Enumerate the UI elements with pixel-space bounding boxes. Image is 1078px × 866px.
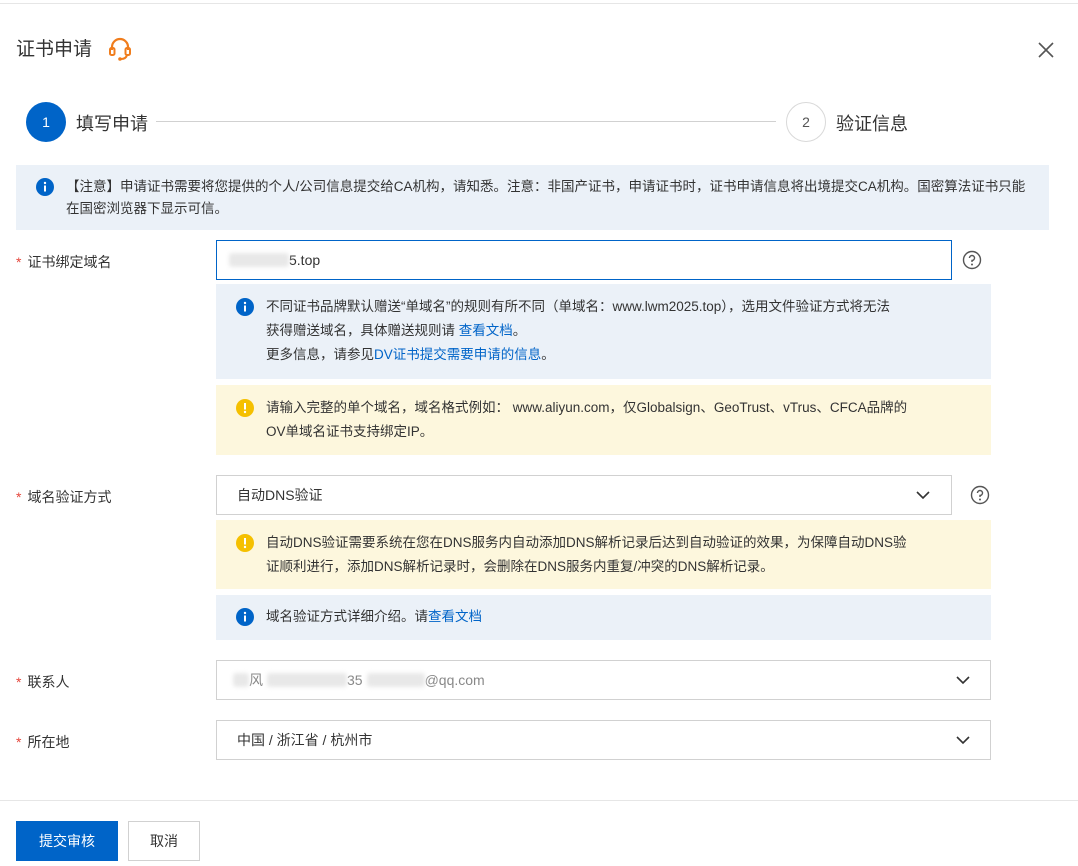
step-2-indicator: 2 — [786, 102, 826, 142]
notice-text: 【注意】申请证书需要将您提供的个人/公司信息提交给CA机构，请知悉。注意：非国产… — [66, 179, 1026, 216]
location-label: * 所在地 — [16, 734, 70, 750]
warning-icon — [236, 399, 254, 417]
verify-method-value: 自动DNS验证 — [237, 487, 323, 503]
step-1-indicator: 1 — [26, 102, 66, 142]
top-border — [0, 0, 1078, 4]
domain-warning-line-1: 请输入完整的单个域名，域名格式例如： www.aliyun.com，仅Globa… — [266, 400, 908, 415]
step-connector — [156, 121, 776, 122]
contact-value-part-1: 风 — [249, 672, 263, 688]
warning-icon — [236, 534, 254, 552]
location-select[interactable]: 中国 / 浙江省 / 杭州市 — [216, 720, 991, 760]
contact-value-part-2: 35 — [347, 672, 363, 688]
customer-service-headset-icon[interactable] — [106, 35, 134, 63]
submit-button[interactable]: 提交审核 — [16, 821, 118, 861]
chevron-down-icon — [956, 736, 970, 745]
verify-docs-link[interactable]: 查看文档 — [428, 609, 482, 624]
domain-info-line-1: 不同证书品牌默认赠送“单域名”的规则有所不同（单域名：www.lwm2025.t… — [266, 299, 891, 314]
cancel-button[interactable]: 取消 — [128, 821, 200, 861]
info-icon — [236, 608, 254, 626]
help-icon[interactable] — [970, 485, 990, 505]
notice-banner: 【注意】申请证书需要将您提供的个人/公司信息提交给CA机构，请知悉。注意：非国产… — [16, 165, 1049, 230]
domain-warning-line-2: OV单域名证书支持绑定IP。 — [266, 424, 434, 439]
contact-select[interactable]: 风 35 @qq.com — [216, 660, 991, 700]
blurred-domain-prefix — [229, 253, 289, 267]
domain-field-label: * 证书绑定域名 — [16, 254, 112, 270]
contact-label: * 联系人 — [16, 674, 70, 690]
close-icon[interactable] — [1034, 38, 1058, 62]
domain-info-line-2: 获得赠送域名，具体赠送规则请 查看文档。 — [266, 323, 527, 338]
help-icon[interactable] — [962, 250, 982, 270]
location-value: 中国 / 浙江省 / 杭州市 — [237, 732, 373, 748]
dv-cert-info-link[interactable]: DV证书提交需要申请的信息 — [374, 347, 541, 362]
verify-info-text: 域名验证方式详细介绍。请 — [266, 609, 428, 624]
chevron-down-icon — [916, 491, 930, 500]
verify-warning-box: 自动DNS验证需要系统在您在DNS服务内自动添加DNS解析记录后达到自动验证的效… — [216, 520, 991, 589]
domain-warning-box: 请输入完整的单个域名，域名格式例如： www.aliyun.com，仅Globa… — [216, 385, 991, 455]
domain-info-box: 不同证书品牌默认赠送“单域名”的规则有所不同（单域名：www.lwm2025.t… — [216, 284, 991, 379]
verify-info-box: 域名验证方式详细介绍。请查看文档 — [216, 595, 991, 640]
dialog-title: 证书申请 — [16, 39, 93, 60]
domain-input[interactable]: 5.top — [216, 240, 952, 280]
view-docs-link[interactable]: 查看文档 — [459, 323, 513, 338]
verify-method-label: * 域名验证方式 — [16, 489, 112, 505]
step-1-label: 填写申请 — [76, 114, 148, 134]
chevron-down-icon — [956, 676, 970, 685]
info-icon — [236, 298, 254, 316]
domain-info-line-3: 更多信息，请参见DV证书提交需要申请的信息。 — [266, 347, 555, 362]
info-icon — [36, 178, 54, 196]
verify-warning-line-2: 证顺利进行，添加DNS解析记录时，会删除在DNS服务内重复/冲突的DNS解析记录… — [266, 559, 774, 574]
contact-value-part-3: @qq.com — [424, 672, 485, 688]
verify-warning-line-1: 自动DNS验证需要系统在您在DNS服务内自动添加DNS解析记录后达到自动验证的效… — [266, 535, 907, 550]
domain-input-value: 5.top — [289, 252, 321, 268]
verify-method-select[interactable]: 自动DNS验证 — [216, 475, 952, 515]
step-2-label: 验证信息 — [836, 114, 908, 134]
footer-divider — [0, 800, 1078, 801]
